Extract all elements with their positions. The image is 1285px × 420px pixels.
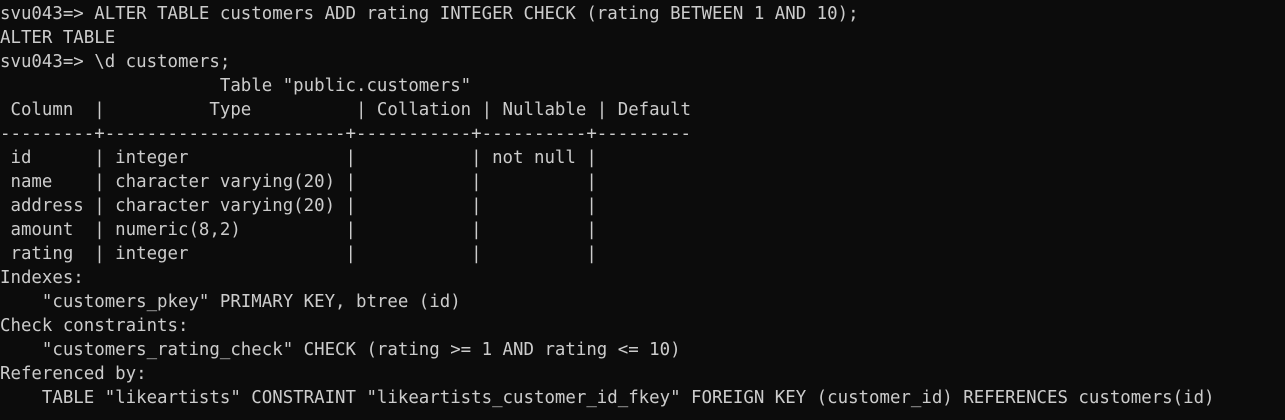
check-constraint-entry-line: "customers_rating_check" CHECK (rating >… (0, 340, 681, 360)
indexes-heading: Indexes: (0, 268, 84, 288)
alter-table-command-line: svu043=> ALTER TABLE customers ADD ratin… (0, 4, 859, 24)
table-row-rating: rating | integer | | | (0, 244, 597, 264)
describe-command-line: svu043=> \d customers; (0, 52, 231, 72)
table-row-address: address | character varying(20) | | | (0, 196, 597, 216)
alter-table-result-line: ALTER TABLE (0, 28, 116, 48)
table-row-id: id | integer | | not null | (0, 148, 597, 168)
table-separator-row: ---------+-----------------------+------… (0, 124, 692, 144)
table-header-row: Column | Type | Collation | Nullable | D… (0, 100, 692, 120)
table-title-line: Table "public.customers" (0, 76, 472, 96)
table-row-amount: amount | numeric(8,2) | | | (0, 220, 597, 240)
table-row-name: name | character varying(20) | | | (0, 172, 597, 192)
check-constraints-heading: Check constraints: (0, 316, 189, 336)
terminal-window[interactable]: svu043=> ALTER TABLE customers ADD ratin… (0, 0, 1285, 420)
foreign-key-reference-line: TABLE "likeartists" CONSTRAINT "likearti… (0, 388, 1215, 408)
referenced-by-heading: Referenced by: (0, 364, 147, 384)
index-entry-line: "customers_pkey" PRIMARY KEY, btree (id) (0, 292, 461, 312)
